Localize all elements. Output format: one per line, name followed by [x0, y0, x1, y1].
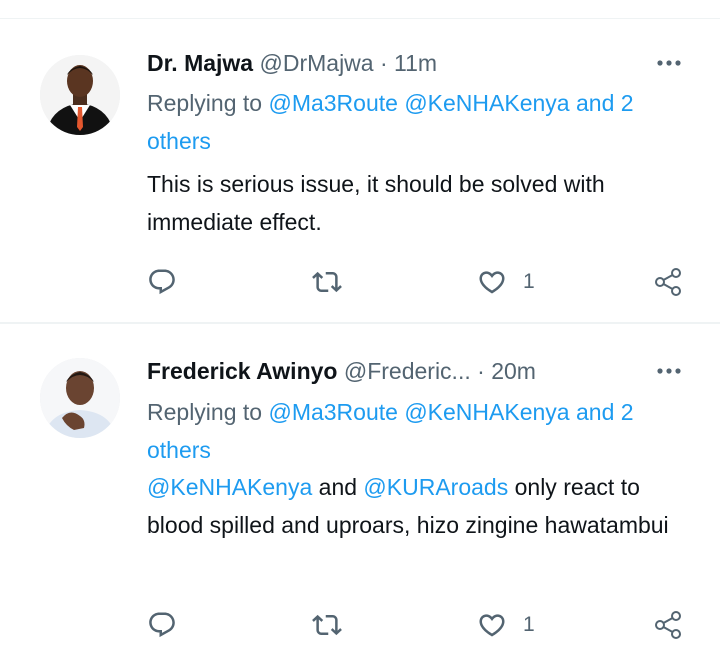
separator: · — [379, 50, 388, 76]
timestamp[interactable]: 11m — [394, 50, 437, 76]
more-button[interactable] — [654, 356, 684, 386]
tweet-header: Dr. Majwa @DrMajwa · 11m — [147, 48, 437, 78]
tweet-text-part: This is serious issue, it should be solv… — [147, 171, 605, 235]
like-count: 1 — [523, 613, 535, 636]
tweet-text-part: and — [312, 474, 364, 500]
action-bar: 1 — [147, 265, 692, 299]
more-icon — [656, 59, 682, 67]
replying-to-label: Replying to — [147, 399, 263, 425]
tweet-text: This is serious issue, it should be solv… — [147, 165, 687, 241]
mention-link[interactable]: @Ma3Route — [268, 399, 397, 425]
retweet-icon — [312, 610, 342, 640]
retweet-icon — [312, 267, 342, 297]
more-button[interactable] — [654, 48, 684, 78]
retweet-button[interactable] — [312, 265, 342, 299]
reply-icon — [147, 610, 177, 640]
user-handle[interactable]: @DrMajwa — [260, 50, 374, 76]
replying-to: Replying to @Ma3Route @KeNHAKenya and 2 … — [147, 393, 687, 469]
tweet-header: Frederick Awinyo @Frederic... · 20m — [147, 356, 536, 386]
separator: · — [477, 358, 485, 384]
timestamp[interactable]: 20m — [491, 358, 536, 384]
mention-link[interactable]: @KeNHAKenya — [404, 90, 569, 116]
display-name[interactable]: Frederick Awinyo — [147, 358, 337, 384]
like-count: 1 — [523, 270, 535, 293]
mention-link[interactable]: @KeNHAKenya — [147, 474, 312, 500]
avatar[interactable] — [40, 55, 120, 135]
share-button[interactable] — [652, 265, 684, 299]
heart-icon — [477, 610, 507, 640]
action-bar: 1 — [147, 608, 692, 642]
mention-link[interactable]: @Ma3Route — [268, 90, 397, 116]
replying-to: Replying to @Ma3Route @KeNHAKenya and 2 … — [147, 84, 687, 160]
retweet-button[interactable] — [312, 608, 342, 642]
display-name[interactable]: Dr. Majwa — [147, 50, 253, 76]
like-button[interactable]: 1 — [477, 265, 535, 299]
replying-to-label: Replying to — [147, 90, 263, 116]
avatar[interactable] — [40, 358, 120, 438]
share-button[interactable] — [652, 608, 684, 642]
heart-icon — [477, 267, 507, 297]
reply-button[interactable] — [147, 265, 177, 299]
share-icon — [652, 609, 684, 641]
user-handle[interactable]: @Frederic... — [344, 358, 471, 384]
mention-link[interactable]: @KeNHAKenya — [404, 399, 569, 425]
mention-link[interactable]: @KURAroads — [363, 474, 508, 500]
more-icon — [656, 367, 682, 375]
reply-button[interactable] — [147, 608, 177, 642]
tweet[interactable]: Dr. Majwa @DrMajwa · 11m Replying to @Ma… — [0, 19, 720, 322]
share-icon — [652, 266, 684, 298]
reply-icon — [147, 267, 177, 297]
tweet-text: @KeNHAKenya and @KURAroads only react to… — [147, 468, 687, 544]
like-button[interactable]: 1 — [477, 608, 535, 642]
